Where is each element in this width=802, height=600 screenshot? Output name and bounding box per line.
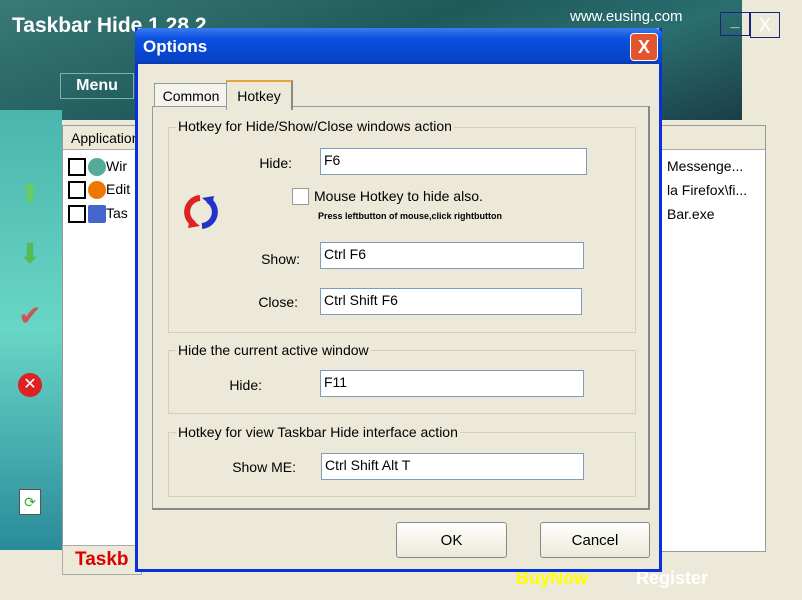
hide-hotkey-input[interactable]: F6 [320,148,587,175]
minimize-button[interactable]: _ [720,12,750,36]
group-title: Hotkey for Hide/Show/Close windows actio… [176,118,454,134]
ok-button[interactable]: OK [396,522,507,558]
list-item[interactable]: Edit [68,178,130,200]
show-hotkey-input[interactable]: Ctrl F6 [320,242,584,269]
taskbar-app-icon [88,205,106,224]
group-title: Hide the current active window [176,342,371,358]
mouse-hotkey-label[interactable]: Mouse Hotkey to hide also. [314,188,483,204]
item-name: Wir [106,158,127,174]
hide-label: Hide: [259,155,292,171]
dialog-close-button[interactable]: X [630,33,658,61]
check-icon[interactable]: ✔ [14,300,46,332]
group-title: Hotkey for view Taskbar Hide interface a… [176,424,460,440]
dialog-title: Options [143,37,208,56]
checkbox[interactable] [68,158,86,177]
show-me-label: Show ME: [232,459,296,475]
item-path: la Firefox\fi... [667,182,748,198]
tab-common[interactable]: Common [154,83,228,107]
item-path: Bar.exe [667,206,715,222]
delete-icon[interactable]: ✕ [14,364,46,397]
cancel-button[interactable]: Cancel [540,522,650,558]
close-label: Close: [258,294,298,310]
menu-button[interactable]: Menu [60,73,134,99]
hide-active-hotkey-input[interactable]: F11 [320,370,584,397]
status-text: Taskb [62,545,142,575]
dialog-titlebar[interactable] [135,28,662,64]
list-item[interactable]: Tas [68,202,128,224]
checkbox[interactable] [68,181,86,200]
sync-icon [180,192,222,232]
move-down-icon[interactable]: ⬇ [14,238,46,270]
firefox-icon [88,181,106,200]
website-link[interactable]: www.eusing.com [570,8,683,25]
app-close-button[interactable]: X [750,12,780,38]
move-up-icon[interactable]: ⬆ [14,178,46,210]
item-name: Tas [106,205,128,221]
item-path: Messenge... [667,158,744,174]
show-me-hotkey-input[interactable]: Ctrl Shift Alt T [321,453,584,480]
mouse-hotkey-hint: Press leftbutton of mouse,click rightbut… [318,211,503,221]
mouse-hotkey-checkbox[interactable] [292,188,309,205]
close-hotkey-input[interactable]: Ctrl Shift F6 [320,288,582,315]
list-item[interactable]: Wir [68,155,127,177]
refresh-icon[interactable]: ⟳ [14,482,46,515]
messenger-icon [88,158,106,177]
show-label: Show: [261,251,300,267]
tab-hotkey[interactable]: Hotkey [226,80,293,110]
checkbox[interactable] [68,205,86,224]
item-name: Edit [106,181,131,197]
hide-active-label: Hide: [229,377,262,393]
